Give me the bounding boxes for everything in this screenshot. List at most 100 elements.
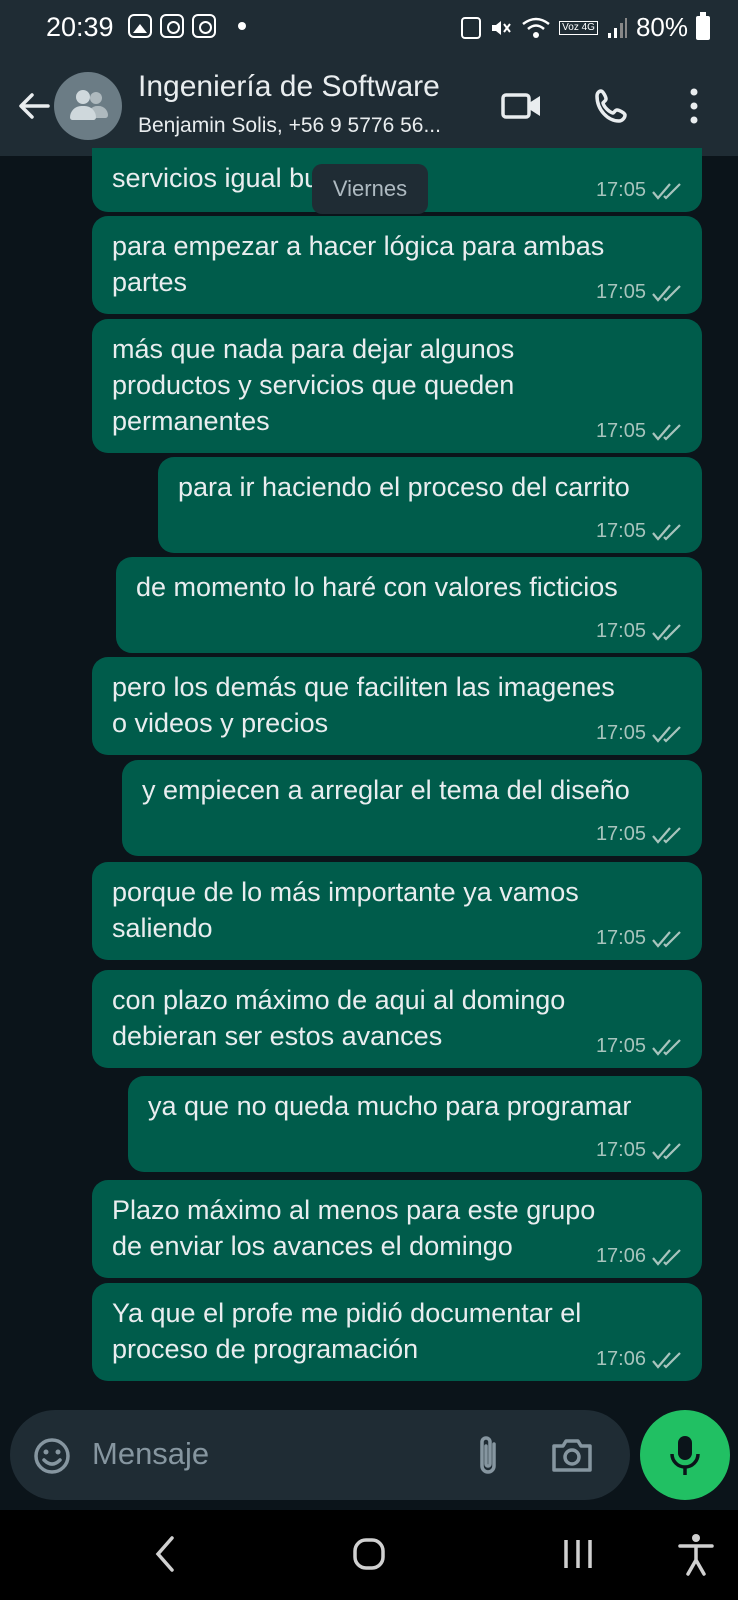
message-time: 17:05 — [595, 1035, 646, 1057]
group-avatar-icon[interactable] — [54, 72, 122, 140]
message-line: debieran ser estos avances — [112, 1021, 443, 1051]
message-line: porque de lo más importante ya vamos — [112, 877, 579, 907]
message-text: y empiecen a arreglar el tema del diseño — [142, 772, 630, 808]
message-composer[interactable]: Mensaje — [10, 1410, 630, 1500]
double-check-icon — [652, 523, 681, 541]
more-vert-icon[interactable] — [672, 86, 716, 126]
back-arrow-icon[interactable] — [14, 86, 54, 126]
double-check-icon — [652, 423, 681, 441]
emoji-icon[interactable] — [32, 1436, 72, 1476]
message-time: 17:05 — [595, 420, 646, 442]
message-line: proceso de programación — [112, 1334, 419, 1364]
double-check-icon — [652, 1038, 681, 1056]
instagram-notification-icon — [160, 14, 184, 38]
message-line: más que nada para dejar algunos — [112, 334, 515, 364]
message-time: 17:05 — [595, 620, 646, 642]
status-time: 20:39 — [46, 12, 114, 42]
system-navigation-bar — [0, 1510, 738, 1600]
outgoing-message-bubble[interactable]: y empiecen a arreglar el tema del diseño… — [122, 760, 702, 856]
message-line: y empiecen a arreglar el tema del diseño — [142, 775, 630, 805]
instagram-notification-icon-2 — [192, 14, 216, 38]
chat-participants[interactable]: Benjamin Solis, +56 9 5776 56... — [138, 114, 441, 138]
camera-icon[interactable] — [550, 1434, 594, 1476]
message-meta: 17:05 — [596, 927, 684, 950]
outgoing-message-bubble[interactable]: porque de lo más importante ya vamos sali… — [92, 862, 702, 960]
message-time: 17:05 — [595, 520, 646, 542]
message-time: 17:05 — [595, 823, 646, 845]
voice-message-button[interactable] — [640, 1410, 730, 1500]
attach-icon[interactable] — [470, 1432, 504, 1478]
nav-home-icon[interactable] — [352, 1532, 388, 1576]
message-line: con plazo máximo de aqui al domingo — [112, 985, 566, 1015]
double-check-icon — [652, 1351, 681, 1369]
battery-icon — [696, 11, 710, 40]
message-meta: 17:06 — [596, 1348, 684, 1371]
outgoing-message-bubble[interactable]: de momento lo haré con valores ficticios… — [116, 557, 702, 653]
message-line: de momento lo haré con valores ficticios — [136, 572, 618, 602]
message-text: Ya que el profe me pidió documentar el pr… — [112, 1295, 581, 1367]
notification-icons — [128, 14, 246, 38]
message-text: ya que no queda mucho para programar — [148, 1088, 631, 1124]
message-text: Plazo máximo al menos para este grupo de … — [112, 1192, 595, 1264]
message-meta: 17:05 — [596, 620, 684, 643]
message-time: 17:05 — [595, 1139, 646, 1161]
message-text: de momento lo haré con valores ficticios — [136, 569, 618, 605]
message-meta: 17:05 — [596, 722, 684, 745]
message-line: Ya que el profe me pidió documentar el — [112, 1298, 582, 1328]
message-line: ya que no queda mucho para programar — [148, 1091, 632, 1121]
phone-icon[interactable] — [592, 86, 636, 126]
message-meta: 17:05 — [596, 281, 684, 304]
message-line: de enviar los avances el domingo — [112, 1231, 513, 1261]
message-meta: 17:05 — [596, 179, 684, 202]
outgoing-message-bubble[interactable]: Ya que el profe me pidió documentar el pr… — [92, 1283, 702, 1381]
signal-icon — [607, 17, 627, 38]
message-meta: 17:05 — [596, 520, 684, 543]
video-call-icon[interactable] — [500, 86, 544, 126]
outgoing-message-bubble[interactable]: Plazo máximo al menos para este grupo de … — [92, 1180, 702, 1278]
outgoing-message-bubble[interactable]: más que nada para dejar algunos productos… — [92, 319, 702, 453]
double-check-icon — [652, 930, 681, 948]
message-input[interactable]: Mensaje — [92, 1436, 209, 1472]
outgoing-message-bubble[interactable]: para ir haciendo el proceso del carrito 1… — [158, 457, 702, 553]
message-line: productos y servicios que queden — [112, 370, 515, 400]
message-text: para empezar a hacer lógica para ambas pa… — [112, 228, 604, 300]
message-line: para ir haciendo el proceso del carrito — [178, 472, 630, 502]
chat-title[interactable]: Ingeniería de Software — [138, 70, 440, 104]
outgoing-message-bubble[interactable]: con plazo máximo de aqui al domingo debie… — [92, 970, 702, 1068]
volte-label: Voz 4G — [559, 20, 598, 35]
status-bar: 20:39 Voz 4G 80% — [0, 0, 738, 56]
double-check-icon — [652, 826, 681, 844]
message-time: 17:05 — [595, 722, 646, 744]
double-check-icon — [652, 284, 681, 302]
double-check-icon — [652, 623, 681, 641]
message-time: 17:06 — [595, 1245, 646, 1267]
double-check-icon — [652, 1142, 681, 1160]
nav-recents-icon[interactable] — [560, 1532, 596, 1576]
message-line: o videos y precios — [112, 708, 329, 738]
message-text: más que nada para dejar algunos productos… — [112, 331, 514, 439]
message-time: 17:05 — [595, 927, 646, 949]
mute-icon — [492, 20, 511, 35]
alarm-icon — [461, 16, 482, 39]
message-line: pero los demás que faciliten las imagene… — [112, 672, 615, 702]
double-check-icon — [652, 725, 681, 743]
message-time: 17:05 — [595, 281, 646, 303]
message-line: saliendo — [112, 913, 213, 943]
message-line: partes — [112, 267, 188, 297]
nav-back-icon[interactable] — [150, 1532, 180, 1576]
message-line: para empezar a hacer lógica para ambas — [112, 231, 605, 261]
outgoing-message-bubble[interactable]: ya que no queda mucho para programar 17:0… — [128, 1076, 702, 1172]
accessibility-icon[interactable] — [676, 1532, 716, 1578]
double-check-icon — [652, 182, 681, 200]
more-notifications-dot-icon — [238, 22, 246, 30]
outgoing-message-bubble[interactable]: pero los demás que faciliten las imagene… — [92, 657, 702, 755]
battery-percent: 80% — [635, 12, 688, 42]
message-text: pero los demás que faciliten las imagene… — [112, 669, 615, 741]
message-line: Plazo máximo al menos para este grupo — [112, 1195, 596, 1225]
message-meta: 17:05 — [596, 823, 684, 846]
gallery-notification-icon — [128, 14, 152, 38]
message-text: para ir haciendo el proceso del carrito — [178, 469, 630, 505]
outgoing-message-bubble[interactable]: para empezar a hacer lógica para ambas pa… — [92, 216, 702, 314]
date-chip: Viernes — [312, 164, 428, 214]
message-text: porque de lo más importante ya vamos sali… — [112, 874, 579, 946]
